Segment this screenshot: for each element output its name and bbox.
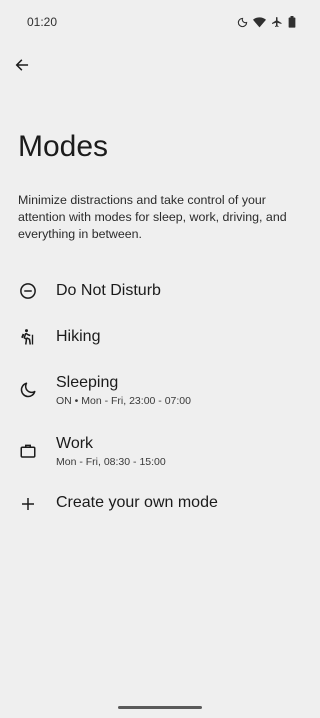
mode-subtitle: ON • Mon - Fri, 23:00 - 07:00	[56, 395, 191, 407]
mode-item-hiking[interactable]: Hiking	[0, 318, 320, 362]
mode-label: Do Not Disturb	[56, 282, 161, 299]
create-mode-button[interactable]: Create your own mode	[0, 492, 320, 536]
plus-icon	[18, 494, 38, 514]
arrow-left-icon	[14, 57, 30, 78]
page-description: Minimize distractions and take control o…	[18, 193, 287, 241]
minus-circle-icon	[18, 281, 38, 301]
briefcase-icon	[18, 441, 38, 461]
mode-item-do-not-disturb[interactable]: Do Not Disturb	[0, 272, 320, 316]
status-icons	[237, 14, 296, 30]
mode-subtitle: Mon - Fri, 08:30 - 15:00	[56, 456, 166, 468]
wifi-icon	[253, 16, 266, 28]
status-time: 01:20	[27, 15, 58, 29]
create-mode-label: Create your own mode	[56, 494, 218, 511]
back-button[interactable]	[8, 53, 36, 81]
mode-item-sleeping[interactable]: Sleeping ON • Mon - Fri, 23:00 - 07:00	[0, 370, 320, 418]
gesture-nav-handle[interactable]	[118, 706, 202, 709]
page-title: Modes	[18, 130, 109, 163]
mode-item-work[interactable]: Work Mon - Fri, 08:30 - 15:00	[0, 431, 320, 479]
moon-icon	[18, 380, 38, 400]
mode-label: Work	[56, 435, 94, 452]
mode-label: Hiking	[56, 328, 101, 345]
airplane-icon	[271, 16, 283, 28]
status-bar: 01:20	[0, 0, 320, 44]
battery-icon	[288, 16, 296, 28]
hiking-icon	[18, 327, 38, 347]
do-not-disturb-moon-icon	[237, 17, 248, 28]
mode-label: Sleeping	[56, 374, 119, 391]
